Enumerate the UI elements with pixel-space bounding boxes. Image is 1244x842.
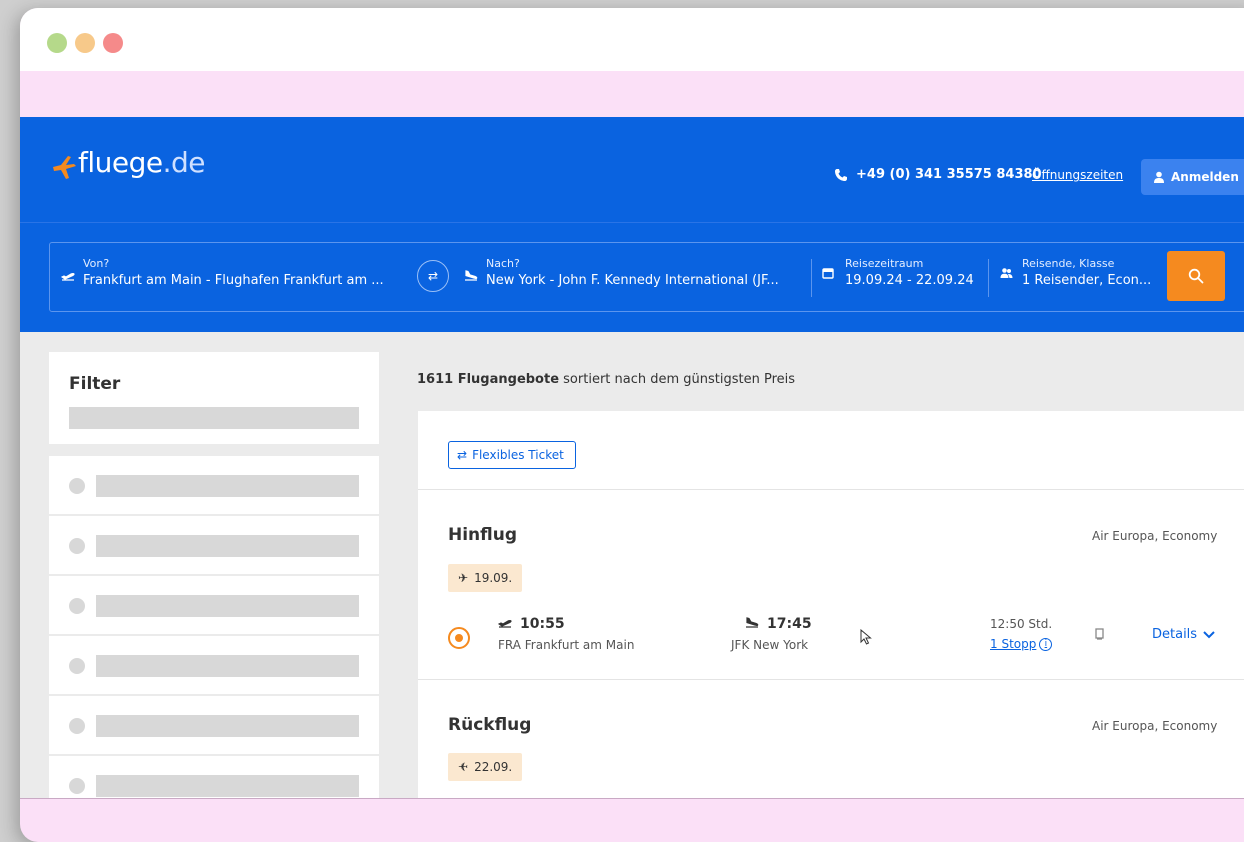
page-viewport: fluege.de +49 (0) 341 35575 84380 Öffnun…	[20, 117, 1244, 798]
filter-option-placeholder	[49, 696, 379, 754]
travellers-class-field[interactable]: Reisende, Klasse 1 Reisender, Econ...	[1022, 257, 1151, 288]
stops-link[interactable]: 1 Stopp i	[990, 637, 1053, 651]
filter-option-placeholder	[49, 576, 379, 634]
search-button[interactable]	[1167, 251, 1225, 301]
arrival-airport: JFK New York	[731, 638, 809, 652]
plane-logo-icon	[53, 156, 76, 179]
page-bottom-divider	[20, 798, 1244, 799]
details-toggle[interactable]: Details	[1152, 627, 1215, 642]
login-label: Anmelden	[1171, 170, 1239, 184]
header-divider	[20, 222, 1244, 223]
filter-option-placeholder	[49, 636, 379, 694]
departure-airport: FRA Frankfurt am Main	[498, 638, 635, 652]
hotline: +49 (0) 341 35575 84380	[834, 167, 1042, 182]
login-button[interactable]: Anmelden	[1141, 159, 1244, 195]
plane-left-icon: ✈	[458, 760, 469, 774]
opening-hours-link[interactable]: Öffnungszeiten	[1032, 168, 1123, 182]
landing-icon	[745, 616, 759, 632]
mouse-cursor-icon	[860, 629, 872, 645]
departure-time: 10:55	[497, 616, 565, 632]
filter-option-placeholder	[49, 456, 379, 514]
logo-text: fluege.de	[78, 146, 206, 179]
results-count: 1611 Flugangebote	[417, 372, 560, 387]
field-divider	[811, 259, 812, 297]
swap-route-button[interactable]: ⇄	[417, 260, 449, 292]
sort-description: sortiert nach dem günstigsten Preis	[559, 372, 796, 387]
filter-panel-header: Filter	[49, 352, 379, 444]
flexible-ticket-label: Flexibles Ticket	[472, 448, 564, 462]
chevron-down-icon	[1203, 630, 1215, 638]
filter-option-placeholder	[49, 756, 379, 798]
site-header: fluege.de +49 (0) 341 35575 84380 Öffnun…	[20, 117, 1244, 332]
user-icon	[1154, 171, 1164, 183]
window-titlebar	[20, 8, 1244, 71]
window-maximize-button[interactable]	[47, 33, 67, 53]
results-summary: 1611 Flugangebote sortiert nach dem güns…	[417, 372, 795, 387]
takeoff-icon	[497, 616, 512, 632]
phone-number: +49 (0) 341 35575 84380	[856, 167, 1042, 182]
return-title: Rückflug	[448, 715, 532, 735]
destination-field[interactable]: Nach? New York - John F. Kennedy Interna…	[486, 257, 779, 288]
origin-field[interactable]: Von? Frankfurt am Main - Flughafen Frank…	[83, 257, 384, 288]
takeoff-icon	[60, 269, 75, 285]
search-icon	[1188, 268, 1204, 284]
amenities-icon	[1094, 627, 1114, 645]
card-divider	[418, 679, 1244, 680]
outbound-airline: Air Europa, Economy	[1092, 529, 1218, 543]
card-divider	[418, 489, 1244, 490]
travel-dates-field[interactable]: Reisezeitraum 19.09.24 - 22.09.24	[845, 257, 974, 288]
calendar-icon	[822, 267, 834, 283]
phone-icon	[835, 168, 847, 181]
swap-icon: ⇄	[457, 448, 468, 462]
flexible-ticket-button[interactable]: ⇄ Flexibles Ticket	[448, 441, 576, 469]
site-logo[interactable]: fluege.de	[50, 145, 206, 181]
loading-placeholder	[69, 407, 359, 429]
info-icon: i	[1039, 637, 1053, 651]
flight-duration: 12:50 Std.	[990, 617, 1053, 631]
landing-icon	[464, 269, 478, 285]
browser-window: fluege.de +49 (0) 341 35575 84380 Öffnun…	[20, 8, 1244, 842]
return-airline: Air Europa, Economy	[1092, 719, 1218, 733]
people-icon	[1000, 267, 1013, 283]
filter-option-placeholder	[49, 516, 379, 574]
swap-icon: ⇄	[427, 269, 439, 283]
filter-title: Filter	[69, 374, 121, 394]
outbound-date-badge: ✈ 19.09.	[448, 564, 523, 592]
select-flight-radio[interactable]	[448, 627, 470, 649]
search-form: Von? Frankfurt am Main - Flughafen Frank…	[49, 242, 1244, 312]
plane-right-icon: ✈	[458, 571, 469, 585]
window-close-button[interactable]	[103, 33, 123, 53]
return-date-badge: ✈ 22.09.	[448, 753, 523, 781]
flight-offer-card: ⇄ Flexibles Ticket Hinflug Air Europa, E…	[418, 411, 1244, 798]
arrival-time: 17:45	[745, 616, 812, 632]
outbound-title: Hinflug	[448, 525, 518, 545]
field-divider	[988, 259, 989, 297]
window-minimize-button[interactable]	[75, 33, 95, 53]
